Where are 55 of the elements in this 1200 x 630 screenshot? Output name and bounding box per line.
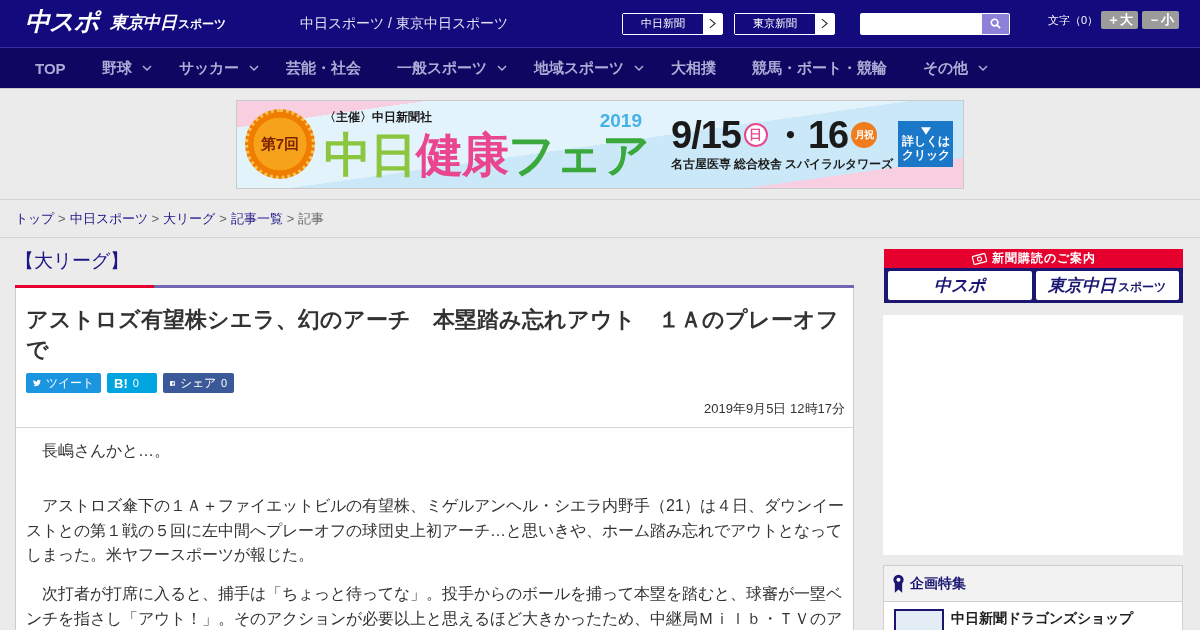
share-button[interactable]: シェア 0 <box>163 373 234 393</box>
chevron-right-icon <box>821 18 828 29</box>
nav-item[interactable]: 競馬・ボート・競輪 <box>733 58 905 78</box>
event-date: 9/15 <box>671 115 741 156</box>
event-title: 中日健康フェア <box>324 129 650 180</box>
details-button[interactable]: 詳しくはクリック <box>898 121 953 167</box>
nav-item[interactable]: 地域スポーツ <box>515 58 653 78</box>
text-size-label: 文字（0） <box>1048 13 1100 28</box>
event-date: ・16 <box>770 115 849 156</box>
venue-text: 名古屋医専 総合校舎 スパイラルタワーズ <box>671 157 894 173</box>
nav-item[interactable]: サッカー <box>160 58 268 78</box>
newspaper-link[interactable]: 中日新聞 <box>622 12 723 35</box>
breadcrumb-separator: > <box>219 211 227 226</box>
breadcrumb-current: 記事 <box>298 209 325 228</box>
search-field[interactable] <box>860 12 982 35</box>
nav-item[interactable]: 大相撲 <box>652 58 734 78</box>
nav-item[interactable]: その他 <box>904 58 997 78</box>
breadcrumb-link[interactable]: 大リーグ <box>163 209 216 228</box>
ticket-icon <box>971 252 988 265</box>
year-text: 2019 <box>599 110 642 130</box>
site-name: 中日スポーツ / 東京中日スポーツ <box>300 14 509 33</box>
subscription-header[interactable]: 新聞購読のご案内 <box>884 249 1183 268</box>
breadcrumb-separator: > <box>286 211 295 226</box>
search-button[interactable] <box>982 12 1010 35</box>
article-paragraph: 次打者が打席に入ると、捕手は「ちょっと待ってな」。投手からのボールを捕って本塁を踏むと、球審が一塁ベンチを指さし「アウト！」。そのアクションが必要以上と思えるほど大きかったため、中継局Ｍｉｌｂ・ＴＶのア <box>26 584 843 629</box>
nav-item[interactable]: 芸能・社会 <box>267 58 379 78</box>
flower-badge: 第7回 <box>245 109 315 179</box>
breadcrumb-separator: > <box>58 211 66 226</box>
article-paragraph: アストロズ傘下の１Ａ＋ファイエットビルの有望株、ミゲルアンヘル・シエラ内野手（21）は４日、ダウンイーストとの第１戦の５回に左中間へプレーオフの球団史上初アーチ…と思いきや、ホーム踏み忘れでアウトとなってしまった。米ヤフースポーツが報じた。 <box>26 496 845 565</box>
breadcrumb-separator: > <box>151 211 160 226</box>
feature-title: 企画特集 <box>910 574 966 593</box>
breadcrumb-link[interactable]: 記事一覧 <box>230 209 283 228</box>
breadcrumb-link[interactable]: 中日スポーツ <box>69 209 148 228</box>
breadcrumb-link[interactable]: トップ <box>15 209 54 228</box>
article-paragraph: 長嶋さんかと…。 <box>41 441 171 461</box>
chevron-right-icon <box>709 18 716 29</box>
nav-item[interactable]: 一般スポーツ <box>378 58 516 78</box>
newspaper-logo-button[interactable]: 東京中日スポーツ <box>1035 271 1179 300</box>
search-icon <box>990 18 1001 29</box>
article-date: 2019年9月5日 12時17分 <box>703 401 845 417</box>
newspaper-logo-button[interactable]: 中スポ <box>888 271 1032 300</box>
organizer-text: 〈主催〉中日新聞社 <box>324 108 432 126</box>
nav-item[interactable]: TOP <box>17 59 84 77</box>
nav-item[interactable]: 野球 <box>83 58 161 78</box>
ribbon-icon <box>893 574 904 593</box>
category-label[interactable]: 【大リーグ】 <box>15 238 129 273</box>
newspaper-link[interactable]: 東京新聞 <box>734 12 835 35</box>
subscription-title: 新聞購読のご案内 <box>992 250 1096 267</box>
holiday-badge: 月祝 <box>851 122 878 149</box>
partner-logo[interactable]: 東京中日スポーツ <box>110 11 234 34</box>
feature-link[interactable]: 中日新聞ドラゴンズショップ <box>951 609 1133 627</box>
weekday-badge: 日 <box>743 123 768 148</box>
bird-icon <box>33 377 41 389</box>
article-title: アストロズ有望株シエラ、幻のアーチ 本塁踏み忘れアウト １Ａのプレーオフで <box>26 306 840 364</box>
down-triangle-icon <box>920 127 931 136</box>
